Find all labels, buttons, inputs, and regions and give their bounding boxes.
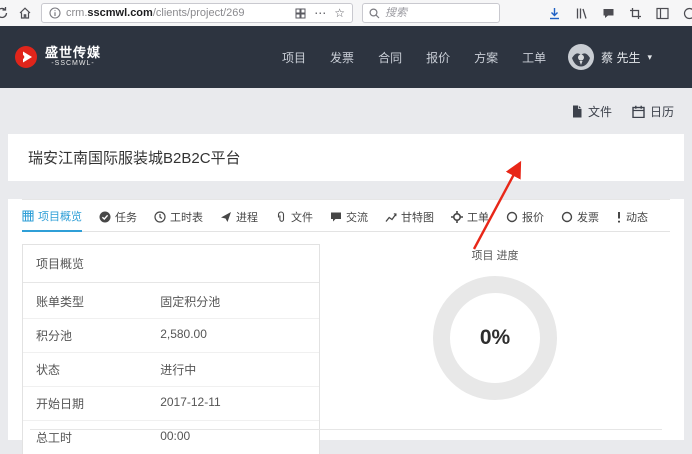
calendar-label: 日历: [650, 103, 674, 120]
progress-title: 项目 进度: [471, 247, 518, 263]
nav-menu: 项目 发票 合同 报价 方案 工单: [282, 49, 546, 66]
page-body: 文件 日历 瑞安江南国际服装城B2B2C平台 项目概览 任务 工时表: [0, 88, 692, 454]
project-tabs: 项目概览 任务 工时表 进程 文件 交流: [22, 199, 670, 232]
row-value: 2,580.00: [160, 327, 306, 344]
download-icon[interactable]: [548, 7, 561, 20]
nav-item-contracts[interactable]: 合同: [378, 49, 402, 66]
tab-activity[interactable]: 动态: [616, 200, 648, 231]
row-label: 积分池: [36, 327, 160, 344]
user-name: 蔡 先生: [601, 49, 640, 66]
doc-actions: 文件 日历: [0, 88, 692, 120]
overview-card-title: 项目概览: [23, 245, 319, 283]
clock-icon: [154, 211, 166, 223]
url-bar[interactable]: crm.sscmwl.com/clients/project/269 ⋯ ☆: [41, 3, 353, 23]
app-navbar: 盛世传媒 -SSCMWL- 项目 发票 合同 报价 方案 工单 蔡 先生 ▾: [0, 26, 692, 88]
tab-gantt[interactable]: 甘特图: [385, 200, 434, 231]
clipped-toolbar-icon[interactable]: [683, 7, 692, 20]
grid-icon: [22, 210, 34, 222]
browser-search[interactable]: [362, 3, 500, 23]
nav-item-proposals[interactable]: 方案: [474, 49, 498, 66]
nav-item-invoices[interactable]: 发票: [330, 49, 354, 66]
project-progress: 项目 进度 0%: [320, 244, 670, 454]
browser-toolbar: crm.sscmwl.com/clients/project/269 ⋯ ☆: [0, 0, 692, 26]
chevron-down-icon: ▾: [647, 52, 652, 63]
library-icon[interactable]: [575, 7, 588, 20]
row-value: 固定积分池: [160, 293, 306, 310]
address-url: crm.sscmwl.com/clients/project/269: [66, 7, 245, 19]
project-title-card: 瑞安江南国际服装城B2B2C平台: [8, 134, 684, 181]
exclamation-icon: [616, 211, 622, 223]
sidebar-icon[interactable]: [656, 7, 669, 20]
logo-icon: [14, 45, 38, 69]
tab-files[interactable]: 文件: [275, 200, 313, 231]
paperclip-icon: [275, 211, 287, 223]
send-icon: [220, 211, 232, 223]
tab-process[interactable]: 进程: [220, 200, 258, 231]
row-label: 总工时: [36, 429, 160, 446]
row-value: 进行中: [160, 361, 306, 378]
chat-bubble-icon[interactable]: [602, 7, 615, 20]
nav-item-quotes[interactable]: 报价: [426, 49, 450, 66]
site-info-icon[interactable]: [49, 7, 61, 19]
row-value: 00:00: [160, 429, 306, 446]
crop-icon[interactable]: [629, 7, 642, 20]
logo-title: 盛世传媒: [45, 46, 101, 60]
search-input[interactable]: [385, 7, 493, 19]
file-icon: [571, 105, 583, 118]
comment-icon: [330, 211, 342, 223]
progress-donut-chart: 0%: [433, 276, 557, 400]
overview-content: 项目概览 账单类型 固定积分池 积分池 2,580.00 状态 进行中: [8, 232, 684, 454]
table-row: 状态 进行中: [23, 352, 319, 386]
row-label: 状态: [36, 361, 160, 378]
app-logo[interactable]: 盛世传媒 -SSCMWL-: [14, 45, 101, 69]
tab-tickets[interactable]: 工单: [451, 200, 489, 231]
user-menu[interactable]: 蔡 先生 ▾: [568, 44, 652, 70]
tab-timesheet[interactable]: 工时表: [154, 200, 203, 231]
files-label: 文件: [588, 103, 612, 120]
tab-quotes[interactable]: 报价: [506, 200, 544, 231]
row-label: 账单类型: [36, 293, 160, 310]
search-icon: [369, 8, 380, 19]
chart-line-icon: [385, 211, 397, 223]
circle-icon: [506, 211, 518, 223]
page-title: 瑞安江南国际服装城B2B2C平台: [28, 150, 241, 167]
refresh-icon[interactable]: [0, 6, 9, 20]
files-button[interactable]: 文件: [571, 103, 612, 120]
user-avatar: [568, 44, 594, 70]
row-label: 开始日期: [36, 395, 160, 412]
logo-subtitle: -SSCMWL-: [45, 60, 101, 68]
check-circle-icon: [99, 211, 111, 223]
project-overview-card: 项目概览 账单类型 固定积分池 积分池 2,580.00 状态 进行中: [22, 244, 320, 454]
divider: [30, 429, 662, 430]
nav-item-tickets[interactable]: 工单: [522, 49, 546, 66]
progress-percent: 0%: [480, 326, 510, 350]
table-row: 总工时 00:00: [23, 420, 319, 454]
gear-icon: [451, 211, 463, 223]
table-row: 账单类型 固定积分池: [23, 285, 319, 318]
tab-discussion[interactable]: 交流: [330, 200, 368, 231]
calendar-icon: [632, 105, 645, 118]
page-actions-dots-icon[interactable]: ⋯: [314, 7, 326, 19]
table-row: 积分池 2,580.00: [23, 318, 319, 352]
project-main-card: 项目概览 任务 工时表 进程 文件 交流: [8, 199, 684, 440]
tab-tasks[interactable]: 任务: [99, 200, 137, 231]
nav-item-projects[interactable]: 项目: [282, 49, 306, 66]
row-value: 2017-12-11: [160, 395, 306, 412]
page-action-icon[interactable]: [295, 8, 306, 19]
calendar-button[interactable]: 日历: [632, 103, 674, 120]
table-row: 开始日期 2017-12-11: [23, 386, 319, 420]
bookmark-star-icon[interactable]: ☆: [334, 7, 345, 19]
tab-overview[interactable]: 项目概览: [22, 200, 82, 232]
circle-icon: [561, 211, 573, 223]
tab-invoices[interactable]: 发票: [561, 200, 599, 231]
home-icon[interactable]: [18, 6, 32, 20]
